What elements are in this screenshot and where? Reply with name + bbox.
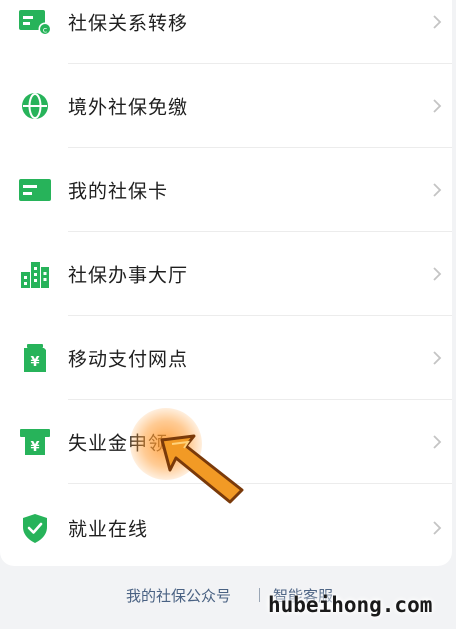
menu-item-label: 就业在线	[68, 518, 149, 541]
menu-item-label: 我的社保卡	[68, 180, 169, 203]
menu-item-label: 境外社保免缴	[68, 96, 189, 119]
card-icon	[18, 173, 52, 207]
watermark: hubeihong.com	[268, 593, 433, 617]
divider	[68, 483, 452, 484]
chevron-right-icon	[433, 521, 442, 535]
menu-item-label: 社保办事大厅	[68, 264, 189, 287]
svg-text:¥: ¥	[30, 355, 39, 370]
menu-item-social-security-transfer[interactable]: c 社保关系转移	[0, 0, 452, 64]
chevron-right-icon	[433, 351, 442, 365]
shield-check-icon	[18, 511, 52, 545]
chevron-right-icon	[433, 99, 442, 113]
chevron-right-icon	[433, 435, 442, 449]
transfer-card-icon: c	[18, 5, 52, 39]
building-icon	[18, 257, 52, 291]
chevron-right-icon	[433, 267, 442, 281]
menu-item-label: 移动支付网点	[68, 348, 189, 371]
svg-text:c: c	[43, 26, 47, 35]
pointer-arrow-icon	[160, 434, 244, 504]
chevron-right-icon	[433, 15, 442, 29]
menu-item-label: 社保关系转移	[68, 12, 189, 35]
menu-item-overseas-exemption[interactable]: 境外社保免缴	[0, 64, 452, 148]
globe-icon	[18, 89, 52, 123]
svg-text:¥: ¥	[30, 440, 39, 455]
chevron-right-icon	[433, 183, 442, 197]
wallet-yen-icon: ¥	[18, 341, 52, 375]
menu-item-my-social-security-card[interactable]: 我的社保卡	[0, 148, 452, 232]
atm-yen-icon: ¥	[18, 425, 52, 459]
menu-item-mobile-payment-outlets[interactable]: ¥ 移动支付网点	[0, 316, 452, 400]
footer-divider	[259, 588, 260, 602]
official-account-link[interactable]: 我的社保公众号	[126, 585, 231, 606]
menu-item-service-hall[interactable]: 社保办事大厅	[0, 232, 452, 316]
